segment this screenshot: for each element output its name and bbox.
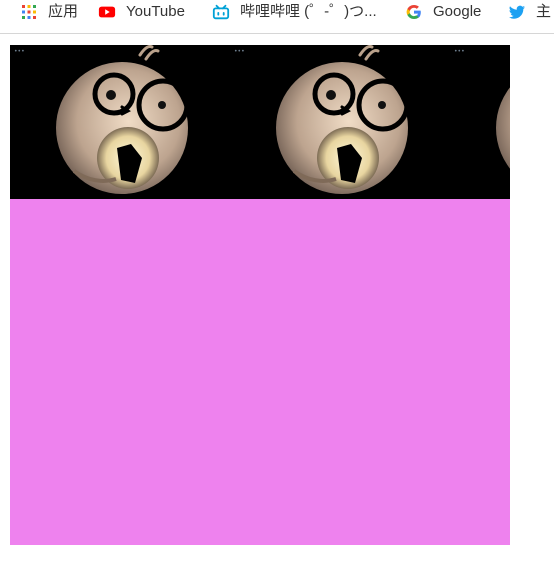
content-frame: ••• ••• ••• (10, 45, 510, 545)
svg-text:•••: ••• (234, 48, 245, 55)
svg-text:•••: ••• (14, 48, 25, 55)
google-icon (405, 3, 423, 21)
bookmark-label-twitter: 主 (536, 3, 552, 20)
bookmarks-bar: 应用 YouTube 哔哩哔哩 (゜-゜)つ... Google 主 (0, 0, 554, 34)
bookmark-bilibili[interactable]: 哔哩哔哩 (゜-゜)つ... (212, 0, 377, 24)
creature-image-3: ••• (450, 45, 510, 199)
bookmark-label-apps: 应用 (48, 3, 79, 20)
pink-content-area (10, 199, 510, 545)
bilibili-icon (212, 3, 230, 21)
bookmark-label-bilibili: 哔哩哔哩 (゜-゜)つ... (240, 3, 377, 20)
bookmark-label-google: Google (433, 3, 482, 20)
bookmark-twitter[interactable]: 主 (508, 0, 551, 24)
svg-text:•••: ••• (454, 48, 465, 55)
youtube-icon (98, 3, 116, 21)
bookmark-google[interactable]: Google (405, 0, 481, 24)
apps-grid-icon (20, 3, 38, 21)
creature-image-2: ••• (230, 45, 450, 199)
image-strip: ••• ••• ••• (10, 45, 510, 199)
twitter-icon (508, 3, 526, 21)
bookmark-label-youtube: YouTube (126, 3, 185, 20)
bookmark-apps[interactable]: 应用 (20, 0, 78, 24)
bookmark-youtube[interactable]: YouTube (98, 0, 185, 24)
creature-image-1: ••• (10, 45, 230, 199)
